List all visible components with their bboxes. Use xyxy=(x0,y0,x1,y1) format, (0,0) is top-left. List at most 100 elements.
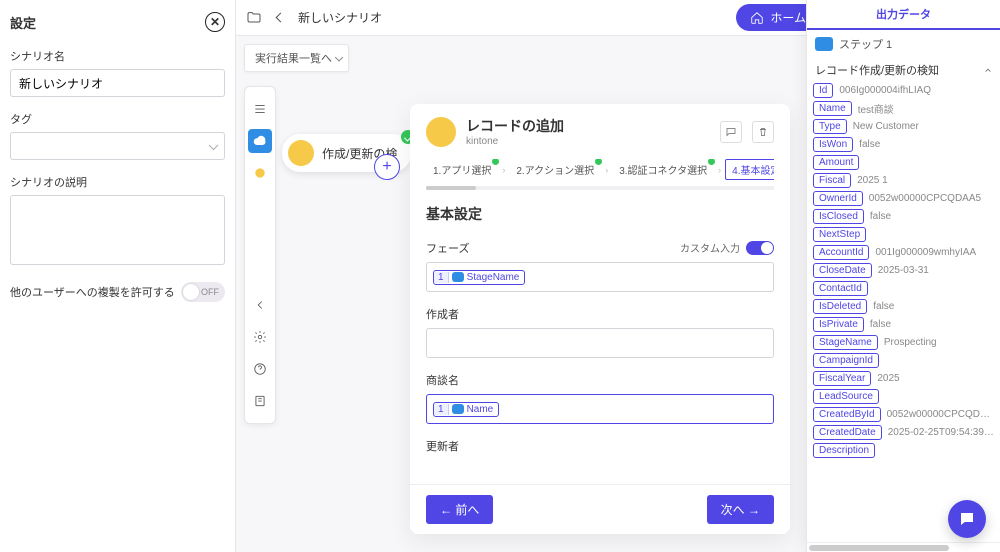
cloud-icon xyxy=(452,404,464,414)
output-kv-row[interactable]: FiscalYear 2025 xyxy=(813,371,994,386)
output-key: ContactId xyxy=(813,281,868,296)
output-kv-row[interactable]: Nametest商談 xyxy=(813,101,994,116)
deal-label: 商談名 xyxy=(426,372,774,388)
chat-fab[interactable] xyxy=(948,500,986,538)
rail-cloud-icon[interactable] xyxy=(248,129,272,153)
rail-settings-icon[interactable] xyxy=(248,325,272,349)
deal-chip[interactable]: 1Name xyxy=(433,402,499,417)
output-kv-row[interactable]: Fiscal 2025 1 xyxy=(813,173,994,188)
rail-app-icon[interactable] xyxy=(248,161,272,185)
output-value: 0052w00000CPCQDAA5 xyxy=(869,193,981,204)
crumb-3[interactable]: 3.認証コネクタ選択 xyxy=(612,159,714,180)
output-key: CloseDate xyxy=(813,263,872,278)
output-value: false xyxy=(870,211,891,222)
step-app-icon xyxy=(288,140,314,166)
prev-button[interactable]: ← 前へ xyxy=(426,495,493,524)
output-kv-row[interactable]: CloseDate2025-03-31 xyxy=(813,263,994,278)
output-step-header[interactable]: ステップ 1 xyxy=(807,30,1000,58)
creator-label: 作成者 xyxy=(426,306,774,322)
phase-input[interactable]: 1StageName xyxy=(426,262,774,292)
output-key: Fiscal xyxy=(813,173,851,188)
output-group[interactable]: レコード作成/更新の検知 xyxy=(807,58,1000,80)
config-breadcrumb: 1.アプリ選択› 2.アクション選択› 3.認証コネクタ選択› 4.基本設定› … xyxy=(426,159,774,186)
output-value: Prospecting xyxy=(884,337,937,348)
cloud-icon xyxy=(815,37,833,51)
folder-icon xyxy=(246,10,262,26)
crumb-1[interactable]: 1.アプリ選択 xyxy=(426,159,498,180)
output-kv-row[interactable]: IsDeletedfalse xyxy=(813,299,994,314)
output-kv-list[interactable]: Id 006Ig000004ifhLIAQ Nametest商談 Type New Cu… xyxy=(807,80,1000,542)
output-kv-row[interactable]: LeadSource xyxy=(813,389,994,404)
output-value: test商談 xyxy=(858,101,894,116)
output-key: IsWon xyxy=(813,137,853,152)
output-value: 2025 xyxy=(877,373,899,384)
output-tab[interactable]: 出力データ xyxy=(807,0,1000,30)
desc-label: シナリオの説明 xyxy=(10,174,225,190)
home-icon xyxy=(750,11,764,25)
creator-input[interactable] xyxy=(426,328,774,358)
rail-collapse-icon[interactable] xyxy=(248,293,272,317)
custom-input-toggle[interactable] xyxy=(746,241,774,255)
output-kv-row[interactable]: StageNameProspecting xyxy=(813,335,994,350)
chat-icon xyxy=(958,510,976,528)
next-button[interactable]: 次へ → xyxy=(707,495,774,524)
chevron-up-icon xyxy=(984,66,992,74)
output-value: 006Ig000004ifhLIAQ xyxy=(839,85,931,96)
output-kv-row[interactable]: AccountId001Ig000009wmhyIAA xyxy=(813,245,994,260)
output-key: Id xyxy=(813,83,833,98)
config-subtitle: kintone xyxy=(466,136,564,147)
tag-select[interactable] xyxy=(10,132,225,160)
comment-icon[interactable] xyxy=(720,121,742,143)
desc-textarea[interactable] xyxy=(10,195,225,265)
output-kv-row[interactable]: Type New Customer xyxy=(813,119,994,134)
phase-chip[interactable]: 1StageName xyxy=(433,270,525,285)
share-toggle[interactable]: OFF xyxy=(181,282,225,302)
output-key: OwnerId xyxy=(813,191,863,206)
output-kv-row[interactable]: NextStep xyxy=(813,227,994,242)
output-value: false xyxy=(873,301,894,312)
output-kv-row[interactable]: CreatedById0052w00000CPCQDAA5 xyxy=(813,407,994,422)
crumb-2[interactable]: 2.アクション選択 xyxy=(509,159,601,180)
output-value: 2025 1 xyxy=(857,175,888,186)
output-kv-row[interactable]: Description xyxy=(813,443,994,458)
output-value: false xyxy=(859,139,880,150)
tag-label: タグ xyxy=(10,111,225,127)
output-key: Description xyxy=(813,443,875,458)
output-h-scrollbar[interactable] xyxy=(807,542,1000,552)
output-value: false xyxy=(870,319,891,330)
output-kv-row[interactable]: IsClosed false xyxy=(813,209,994,224)
output-kv-row[interactable]: IsPrivatefalse xyxy=(813,317,994,332)
share-label: 他のユーザーへの複製を許可する xyxy=(10,284,175,300)
output-kv-row[interactable]: Amount xyxy=(813,155,994,170)
rail-help-icon[interactable] xyxy=(248,357,272,381)
exec-results-dropdown[interactable]: 実行結果一覧へ xyxy=(244,44,349,72)
output-key: IsClosed xyxy=(813,209,864,224)
rail-list-icon[interactable] xyxy=(248,97,272,121)
crumb-4[interactable]: 4.基本設定 xyxy=(725,159,774,180)
phase-label: フェーズ カスタム入力 xyxy=(426,240,774,256)
output-key: CreatedDate xyxy=(813,425,882,440)
deal-input[interactable]: 1Name xyxy=(426,394,774,424)
output-key: Type xyxy=(813,119,847,134)
output-kv-row[interactable]: ContactId xyxy=(813,281,994,296)
close-icon[interactable]: ✕ xyxy=(205,12,225,32)
chevron-left-icon[interactable] xyxy=(272,10,288,26)
output-kv-row[interactable]: OwnerId 0052w00000CPCQDAA5 xyxy=(813,191,994,206)
delete-icon[interactable] xyxy=(752,121,774,143)
breadcrumb-scrollbar[interactable] xyxy=(426,186,774,190)
output-key: FiscalYear xyxy=(813,371,871,386)
output-key: NextStep xyxy=(813,227,866,242)
output-kv-row[interactable]: IsWon false xyxy=(813,137,994,152)
kintone-icon xyxy=(426,117,456,147)
output-kv-row[interactable]: CampaignId xyxy=(813,353,994,368)
rail-note-icon[interactable] xyxy=(248,389,272,413)
output-value: New Customer xyxy=(853,121,919,132)
add-step-button[interactable]: + xyxy=(374,154,400,180)
cloud-icon xyxy=(452,272,464,282)
config-title: レコードの追加 xyxy=(466,116,564,136)
output-kv-row[interactable]: Id 006Ig000004ifhLIAQ xyxy=(813,83,994,98)
output-value: 0052w00000CPCQDAA5 xyxy=(887,409,994,420)
output-kv-row[interactable]: CreatedDate2025-02-25T09:54:39.000+0000 xyxy=(813,425,994,440)
scenario-name-input[interactable] xyxy=(10,69,225,97)
updater-label: 更新者 xyxy=(426,438,774,454)
